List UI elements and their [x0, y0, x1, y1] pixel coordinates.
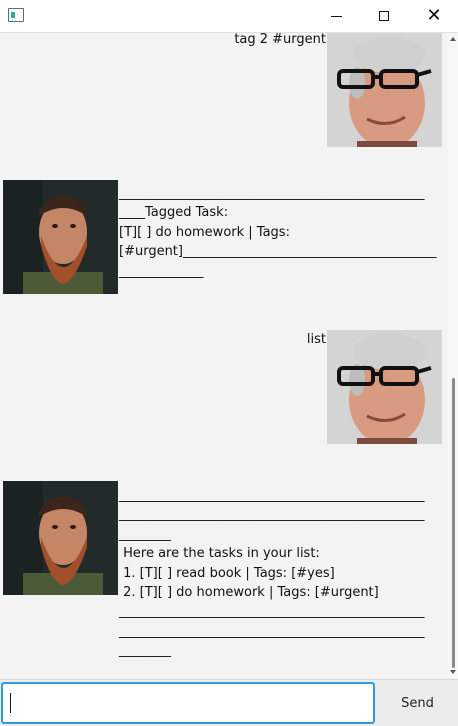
- text-caret: [10, 693, 11, 713]
- maximize-button[interactable]: [360, 0, 408, 32]
- close-icon: ✕: [426, 5, 442, 26]
- bot-message-text: ________________________________________…: [119, 186, 437, 279]
- scroll-up-icon[interactable]: [450, 37, 456, 41]
- message-input[interactable]: [1, 682, 375, 724]
- user-avatar: [327, 330, 442, 444]
- bot-avatar: [3, 180, 118, 294]
- bot-message-text: ________________________________________…: [119, 488, 425, 659]
- user-message-text: tag 2 #urgent: [234, 33, 326, 47]
- scroll-thumb[interactable]: [452, 378, 455, 668]
- maximize-icon: [379, 11, 389, 21]
- input-bar: Send: [0, 679, 458, 726]
- app-icon: [8, 8, 24, 22]
- bot-avatar: [3, 481, 118, 595]
- scroll-down-icon[interactable]: [450, 670, 456, 674]
- close-button[interactable]: ✕: [410, 0, 458, 32]
- minimize-icon: [330, 15, 342, 17]
- dialog-container[interactable]: tag 2 #urgent __________________________…: [0, 33, 448, 678]
- user-message-text: list: [306, 332, 326, 347]
- vertical-scrollbar[interactable]: [448, 33, 458, 678]
- send-button[interactable]: Send: [377, 682, 458, 724]
- title-bar: ✕: [0, 0, 458, 33]
- user-avatar: [327, 33, 442, 147]
- minimize-button[interactable]: [312, 0, 360, 32]
